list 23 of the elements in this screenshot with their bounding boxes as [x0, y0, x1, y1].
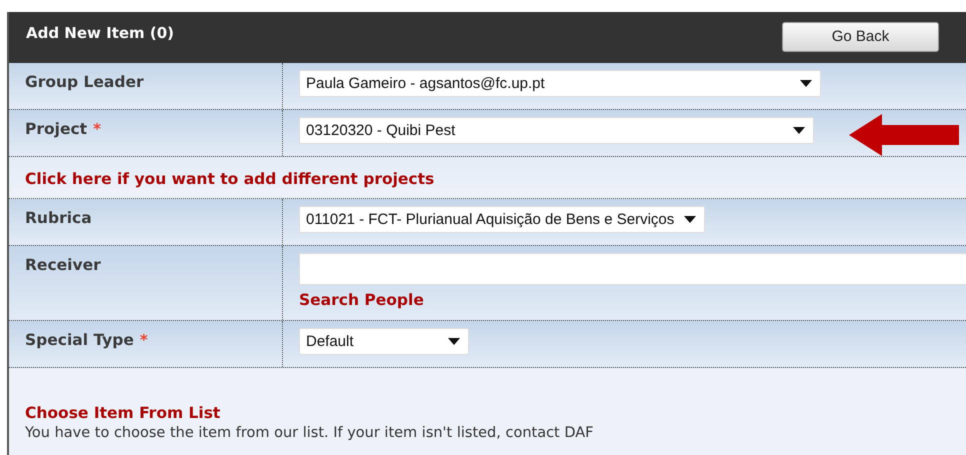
field-label: Group Leader — [25, 73, 144, 91]
input-field[interactable] — [299, 253, 966, 285]
caret-icon — [684, 216, 696, 223]
section-text: You have to choose the item from our list. If your item isn't listed, contact DAF — [25, 425, 595, 441]
field-label: Special Type — [25, 331, 134, 349]
go-back-button[interactable]: Go Back — [782, 22, 939, 52]
dropdown[interactable]: 011021 - FCT- Plurianual Aquisição de Bens e Serviços — [299, 206, 706, 233]
field-label: Rubrica — [25, 209, 92, 227]
field-label: Receiver — [25, 256, 101, 274]
dropdown[interactable]: Paula Gameiro - agsantos@fc.up.pt — [299, 70, 821, 97]
dropdown[interactable]: 03120320 - Quibi Pest — [299, 117, 814, 144]
arrow-icon — [849, 114, 959, 156]
dropdown[interactable]: Default — [299, 328, 469, 355]
caret-icon — [800, 80, 812, 87]
form-title: Add New Item (0) — [26, 24, 174, 42]
required-mark: * — [93, 120, 101, 138]
section-title: Choose Item From List — [25, 404, 222, 422]
search-people-link[interactable]: Search People — [299, 291, 424, 309]
caret-icon — [793, 127, 805, 134]
add-projects-link[interactable]: Click here if you want to add different projects — [25, 170, 434, 188]
required-mark: * — [140, 331, 148, 349]
field-label: Project — [25, 120, 88, 138]
caret-icon — [448, 338, 460, 345]
